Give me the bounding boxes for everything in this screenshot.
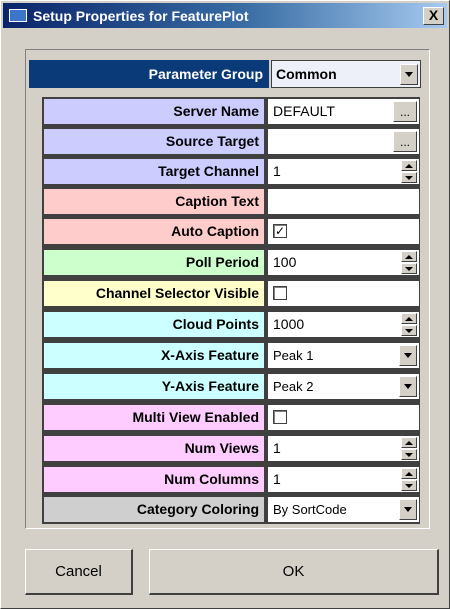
property-row-y-axis-feature: Y-Axis Feature Peak 2 xyxy=(44,374,419,399)
channel-selector-visible-cell xyxy=(268,281,419,306)
property-row-source-target: Source Target ... xyxy=(44,129,419,154)
parameter-group-dropdown[interactable]: Common xyxy=(271,60,421,88)
spin-down-icon[interactable] xyxy=(401,263,417,274)
channel-selector-visible-label: Channel Selector Visible xyxy=(44,281,264,306)
server-name-browse-button[interactable]: ... xyxy=(393,101,417,122)
source-target-field[interactable]: ... xyxy=(268,129,419,154)
dialog-window: Setup Properties for FeaturePlot X Param… xyxy=(0,0,450,609)
spin-down-icon[interactable] xyxy=(401,172,417,183)
window-icon xyxy=(9,9,27,22)
spin-up-icon[interactable] xyxy=(401,468,417,479)
target-channel-spinner xyxy=(401,160,417,183)
num-columns-value: 1 xyxy=(273,471,281,487)
source-target-browse-button[interactable]: ... xyxy=(393,131,417,152)
chevron-down-icon[interactable] xyxy=(399,499,417,520)
num-views-spinner xyxy=(401,437,417,460)
multi-view-enabled-label: Multi View Enabled xyxy=(44,405,264,430)
property-row-num-columns: Num Columns 1 xyxy=(44,467,419,492)
window-title: Setup Properties for FeaturePlot xyxy=(33,8,249,24)
category-coloring-label: Category Coloring xyxy=(44,497,264,522)
category-coloring-value: By SortCode xyxy=(273,502,347,517)
category-coloring-dropdown[interactable]: By SortCode xyxy=(268,497,419,522)
target-channel-label: Target Channel xyxy=(44,159,264,184)
num-columns-label: Num Columns xyxy=(44,467,264,492)
property-row-channel-selector-visible: Channel Selector Visible xyxy=(44,281,419,306)
spin-up-icon[interactable] xyxy=(401,313,417,324)
y-axis-feature-label: Y-Axis Feature xyxy=(44,374,264,399)
spin-up-icon[interactable] xyxy=(401,160,417,171)
property-row-auto-caption: Auto Caption ✓ xyxy=(44,219,419,244)
parameter-group-value: Common xyxy=(276,66,337,82)
ok-button[interactable]: OK xyxy=(149,549,439,595)
poll-period-field[interactable]: 100 xyxy=(268,250,419,275)
close-button[interactable]: X xyxy=(423,7,444,25)
y-axis-feature-value: Peak 2 xyxy=(273,379,314,394)
property-row-cloud-points: Cloud Points 1000 xyxy=(44,312,419,337)
multi-view-enabled-checkbox[interactable] xyxy=(273,410,287,424)
cloud-points-field[interactable]: 1000 xyxy=(268,312,419,337)
chevron-down-icon[interactable] xyxy=(399,376,417,397)
server-name-label: Server Name xyxy=(44,99,264,124)
chevron-down-icon[interactable] xyxy=(400,64,418,85)
spin-up-icon[interactable] xyxy=(401,251,417,262)
num-columns-spinner xyxy=(401,468,417,491)
y-axis-feature-dropdown[interactable]: Peak 2 xyxy=(268,374,419,399)
property-row-multi-view-enabled: Multi View Enabled xyxy=(44,405,419,430)
target-channel-field[interactable]: 1 xyxy=(268,159,419,184)
cancel-button[interactable]: Cancel xyxy=(25,549,133,595)
cloud-points-value: 1000 xyxy=(273,316,305,332)
x-axis-feature-label: X-Axis Feature xyxy=(44,343,264,368)
cloud-points-label: Cloud Points xyxy=(44,312,264,337)
spin-down-icon[interactable] xyxy=(401,325,417,336)
property-row-server-name: Server Name DEFAULT ... xyxy=(44,99,419,124)
caption-text-label: Caption Text xyxy=(44,189,264,214)
property-row-poll-period: Poll Period 100 xyxy=(44,250,419,275)
x-axis-feature-dropdown[interactable]: Peak 1 xyxy=(268,343,419,368)
multi-view-enabled-cell xyxy=(268,405,419,430)
server-name-field[interactable]: DEFAULT ... xyxy=(268,99,419,124)
auto-caption-label: Auto Caption xyxy=(44,219,264,244)
spin-up-icon[interactable] xyxy=(401,437,417,448)
num-views-value: 1 xyxy=(273,440,281,456)
title-bar[interactable]: Setup Properties for FeaturePlot X xyxy=(3,3,447,28)
channel-selector-visible-checkbox[interactable] xyxy=(273,286,287,300)
server-name-value: DEFAULT xyxy=(273,103,335,119)
poll-period-label: Poll Period xyxy=(44,250,264,275)
poll-period-value: 100 xyxy=(273,254,297,270)
caption-text-field[interactable] xyxy=(268,189,419,214)
chevron-down-icon[interactable] xyxy=(399,345,417,366)
source-target-label: Source Target xyxy=(44,129,264,154)
parameter-group-label: Parameter Group xyxy=(29,60,269,88)
num-views-field[interactable]: 1 xyxy=(268,436,419,461)
auto-caption-checkbox[interactable]: ✓ xyxy=(273,224,287,238)
num-columns-field[interactable]: 1 xyxy=(268,467,419,492)
property-row-x-axis-feature: X-Axis Feature Peak 1 xyxy=(44,343,419,368)
x-axis-feature-value: Peak 1 xyxy=(273,348,314,363)
poll-period-spinner xyxy=(401,251,417,274)
property-row-num-views: Num Views 1 xyxy=(44,436,419,461)
property-row-target-channel: Target Channel 1 xyxy=(44,159,419,184)
num-views-label: Num Views xyxy=(44,436,264,461)
target-channel-value: 1 xyxy=(273,163,281,179)
spin-down-icon[interactable] xyxy=(401,449,417,460)
property-row-category-coloring: Category Coloring By SortCode xyxy=(44,497,419,522)
auto-caption-cell: ✓ xyxy=(268,219,419,244)
spin-down-icon[interactable] xyxy=(401,480,417,491)
cloud-points-spinner xyxy=(401,313,417,336)
property-row-caption-text: Caption Text xyxy=(44,189,419,214)
